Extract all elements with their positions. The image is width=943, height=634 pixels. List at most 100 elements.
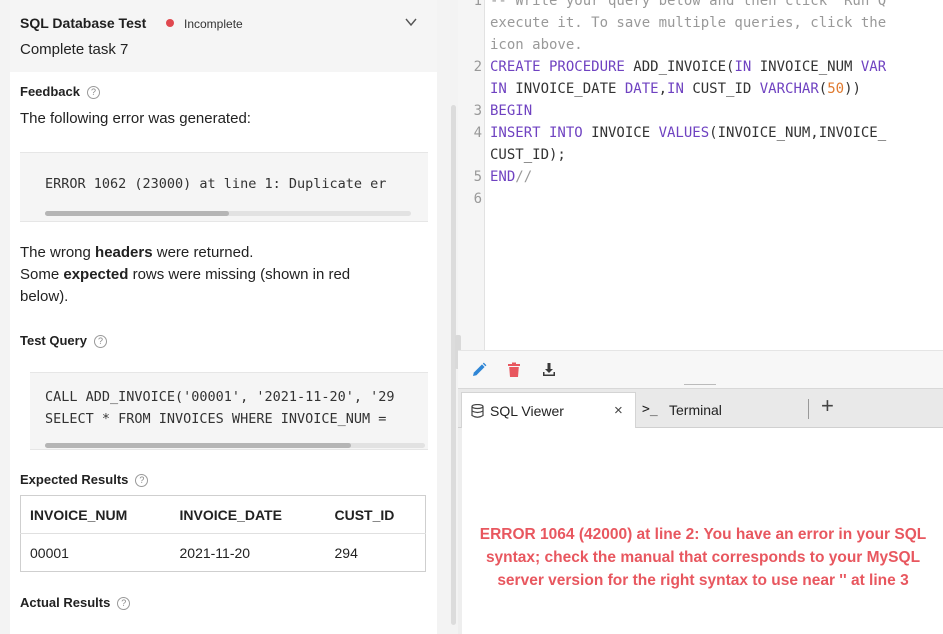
punctuation: ,: [658, 81, 668, 97]
identifier: INVOICE_NUM: [751, 59, 861, 75]
help-icon[interactable]: ?: [135, 474, 149, 487]
tab-label: SQL Viewer: [490, 403, 564, 419]
actual-results-heading: Actual Results?: [20, 595, 131, 610]
task-header[interactable]: SQL Database Test Incomplete Complete ta…: [10, 0, 437, 72]
identifier: INVOICE: [582, 125, 659, 141]
code-comment: execute it. To save multiple queries, cl…: [490, 15, 887, 31]
missing-rows-message: Some expected rows were missing (shown i…: [20, 264, 420, 286]
table-cell: 2021-11-20: [170, 533, 326, 572]
feedback-error-box: ERROR 1062 (23000) at line 1: Duplicate …: [20, 152, 428, 222]
code-comment: //: [515, 169, 533, 185]
line-number: 3: [473, 103, 482, 119]
keyword: IN: [667, 81, 684, 97]
database-icon: [471, 404, 484, 418]
keyword: END: [490, 169, 516, 185]
sql-editor[interactable]: 1 2 3 4 5 6 -- Write your query below an…: [458, 0, 943, 350]
code-line: BEGIN: [490, 103, 532, 119]
download-icon[interactable]: [540, 361, 558, 379]
keyword: IN: [734, 59, 752, 75]
task-subtitle: Complete task 7: [20, 41, 129, 58]
missing-suffix: rows were missing (shown in red: [128, 266, 351, 283]
test-query-label: Test Query: [20, 333, 87, 348]
missing-prefix: Some: [20, 266, 64, 283]
line-number: 5: [473, 169, 482, 185]
column-header: CUST_ID: [325, 495, 426, 534]
test-query-line: SELECT * FROM INVOICES WHERE INVOICE_NUM…: [45, 411, 387, 427]
expected-results-label: Expected Results: [20, 472, 129, 487]
help-icon[interactable]: ?: [117, 597, 131, 610]
task-panel: SQL Database Test Incomplete Complete ta…: [0, 0, 448, 634]
code-line: END//: [490, 169, 532, 185]
keyword: VARCHAR: [759, 81, 819, 97]
identifier: CUST_ID: [683, 81, 760, 97]
tab-label: Terminal: [669, 402, 722, 418]
expected-results-heading: Expected Results?: [20, 472, 149, 487]
feedback-intro: The following error was generated:: [20, 110, 251, 127]
feedback-label: Feedback: [20, 84, 80, 99]
test-query-box: CALL ADD_INVOICE('00001', '2021-11-20', …: [30, 372, 428, 450]
table-header-row: INVOICE_NUM INVOICE_DATE CUST_ID: [20, 495, 426, 534]
line-number: 1: [473, 0, 482, 9]
table-cell: 294: [325, 533, 426, 572]
chevron-down-icon[interactable]: [403, 14, 419, 30]
test-query-line: CALL ADD_INVOICE('00001', '2021-11-20', …: [45, 389, 395, 405]
identifier: INVOICE_DATE: [506, 81, 625, 97]
keyword: VAR: [860, 59, 887, 75]
wrong-prefix: The wrong: [20, 244, 96, 261]
keyword: IN: [490, 81, 507, 97]
status-badge: Incomplete: [184, 17, 243, 31]
editor-toolbar: [458, 350, 943, 388]
column-header: INVOICE_DATE: [170, 495, 326, 534]
task-panel-content[interactable]: SQL Database Test Incomplete Complete ta…: [10, 0, 437, 634]
table-cell: 00001: [20, 533, 171, 572]
identifier: (INVOICE_NUM,INVOICE_: [709, 125, 887, 141]
close-icon[interactable]: ×: [614, 402, 623, 419]
code-line: CREATE PROCEDURE ADD_INVOICE(IN INVOICE_…: [490, 59, 886, 75]
keyword: BEGIN: [490, 103, 533, 119]
trash-icon[interactable]: [505, 361, 523, 379]
identifier: ADD_INVOICE(: [624, 59, 735, 75]
status-dot: [166, 19, 174, 27]
expected-results-table: INVOICE_NUM INVOICE_DATE CUST_ID 00001 2…: [20, 495, 426, 572]
code-line: CUST_ID);: [490, 147, 566, 163]
keyword: INSERT INTO: [490, 125, 583, 141]
output-panel: ERROR 1064 (42000) at line 2: You have a…: [458, 428, 943, 634]
code-comment: icon above.: [490, 37, 583, 53]
keyword: DATE: [624, 81, 659, 97]
table-row: 00001 2021-11-20 294: [20, 533, 426, 572]
line-number: 6: [473, 191, 482, 207]
keyword: CREATE PROCEDURE: [490, 59, 625, 75]
code-comment: -- Write your query below and then click…: [490, 0, 887, 9]
wrong-suffix: were returned.: [152, 244, 254, 261]
missing-bold: expected: [63, 266, 129, 283]
wrong-bold: headers: [95, 244, 153, 261]
task-title: SQL Database Test: [20, 15, 147, 31]
punctuation: )): [844, 81, 861, 97]
number-literal: 50: [827, 81, 845, 97]
output-scrollbar-track[interactable]: [458, 428, 462, 634]
code-line: IN INVOICE_DATE DATE,IN CUST_ID VARCHAR(…: [490, 81, 861, 97]
missing-rows-line2: below).: [20, 288, 69, 305]
help-icon[interactable]: ?: [93, 335, 107, 348]
actual-results-label: Actual Results: [20, 595, 111, 610]
tab-terminal[interactable]: >_ Terminal: [638, 392, 803, 428]
terminal-icon: >_: [642, 402, 658, 417]
line-number: 2: [473, 59, 482, 75]
keyword: VALUES: [658, 125, 710, 141]
line-number: 4: [473, 125, 482, 141]
scrollbar-thumb[interactable]: [45, 211, 229, 216]
test-query-heading: Test Query?: [20, 333, 107, 348]
wrong-headers-message: The wrong headers were returned.: [20, 242, 420, 264]
feedback-error-text: ERROR 1062 (23000) at line 1: Duplicate …: [45, 176, 387, 192]
feedback-heading: Feedback?: [20, 84, 100, 99]
pencil-icon[interactable]: [470, 361, 488, 379]
punctuation: (: [818, 81, 828, 97]
scrollbar-thumb[interactable]: [45, 443, 351, 448]
help-icon[interactable]: ?: [86, 86, 100, 99]
line-gutter: 1 2 3 4 5 6: [458, 0, 485, 350]
tab-sql-viewer[interactable]: SQL Viewer ×: [461, 392, 636, 429]
error-message: ERROR 1064 (42000) at line 2: You have a…: [479, 526, 927, 589]
code-line: INSERT INTO INVOICE VALUES(INVOICE_NUM,I…: [490, 125, 886, 141]
output-tabs: SQL Viewer × >_ Terminal +: [458, 388, 943, 429]
add-tab-icon[interactable]: +: [821, 393, 834, 419]
